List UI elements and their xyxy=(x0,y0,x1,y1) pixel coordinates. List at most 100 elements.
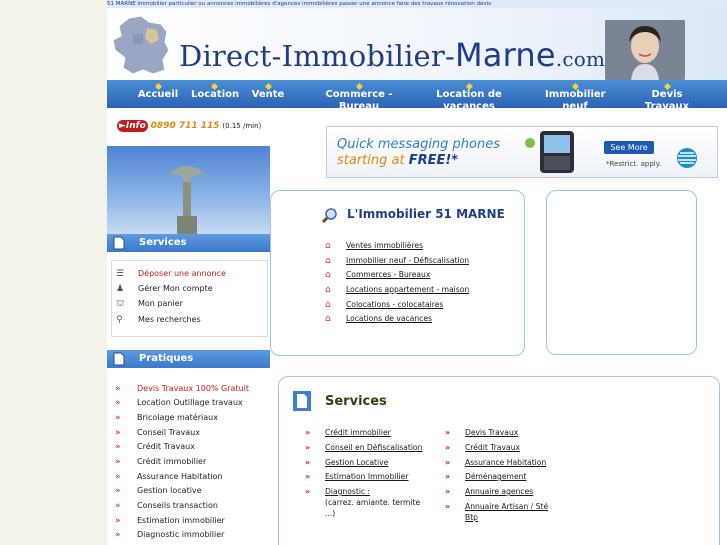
chevron-right-icon: » xyxy=(115,398,121,408)
cart-icon: ⛫ xyxy=(116,299,125,309)
sidebar-pratiques-title: Pratiques xyxy=(139,353,194,364)
double-chevron-icon: » xyxy=(445,428,451,437)
chevron-right-icon: » xyxy=(115,501,121,511)
sidebar-link-recherches[interactable]: ⚲ Mes recherches xyxy=(116,315,201,325)
pratique-link[interactable]: » Devis Travaux 100% Gratuit xyxy=(115,384,249,394)
immo-link-locations[interactable]: ⌂ Locations appartement - maison xyxy=(325,285,469,295)
list-icon: ☰ xyxy=(116,269,125,279)
service-link-diagnostic[interactable]: » Diagnostic : (carrez. amiante. termite..… xyxy=(305,486,420,519)
service-link[interactable]: » Crédit Travaux xyxy=(445,442,520,453)
title-main-text: Direct-Immobilier- xyxy=(179,39,455,73)
house-icon: ⌂ xyxy=(325,314,331,324)
diagnostic-detail-end: ...) xyxy=(325,509,336,518)
sidebar-services-header: Services xyxy=(107,234,270,252)
pratique-link[interactable]: » Crédit Travaux xyxy=(115,442,195,452)
service-link-annuaire-artisan[interactable]: » Annuaire Artisan / Sté Btp xyxy=(445,501,548,523)
info-phone[interactable]: ►Info 0890 711 115 (0.15 /min) xyxy=(117,120,261,132)
pratique-link[interactable]: » Bricolage matériaux xyxy=(115,413,218,423)
immo-link-neuf[interactable]: ⌂ Immobilier neuf - Défiscalisation xyxy=(325,256,469,266)
pratique-link[interactable]: » Conseils transaction xyxy=(115,501,218,511)
service-link[interactable]: » Annuaire agences xyxy=(445,486,533,497)
info-rate: (0.15 /min) xyxy=(222,122,262,130)
see-more-button[interactable]: See More xyxy=(604,141,654,154)
house-icon: ⌂ xyxy=(325,256,331,266)
nav-sub-label: neuf xyxy=(562,101,588,112)
phone-icon xyxy=(525,131,574,173)
pratique-link[interactable]: » Gestion locative xyxy=(115,486,202,496)
title-com-text: .com xyxy=(555,47,606,71)
info-tag: ►Info xyxy=(117,120,148,132)
info-number: 0890 711 115 xyxy=(150,121,220,131)
document-icon xyxy=(113,236,125,250)
double-chevron-icon: » xyxy=(445,502,451,511)
sidebar-link-deposer[interactable]: ☰ Déposer une annonce xyxy=(116,269,226,279)
nav-label: Devis xyxy=(651,89,683,100)
immo-link-ventes[interactable]: ⌂ Ventes immobilières xyxy=(325,241,423,251)
user-icon: ♟ xyxy=(116,284,125,294)
nav-accueil[interactable]: Accueil xyxy=(137,82,179,101)
empty-side-card xyxy=(546,190,697,355)
pratique-link[interactable]: » Crédit immobilier xyxy=(115,457,206,467)
search-icon: ⚲ xyxy=(116,315,123,325)
nav-label: Location de xyxy=(436,89,502,100)
chevron-right-icon: » xyxy=(115,384,121,394)
service-link[interactable]: » Gestion Locative xyxy=(305,457,388,468)
service-link[interactable]: » Crédit immobilier xyxy=(305,427,391,438)
double-chevron-icon: » xyxy=(305,443,311,452)
nav-vente[interactable]: Vente xyxy=(251,82,285,101)
service-link[interactable]: » Conseil en Défiscalisation xyxy=(305,442,422,453)
nav-commerce-bureau[interactable]: Commerce - Bureau xyxy=(319,82,399,113)
nav-label: Location xyxy=(191,89,240,100)
nav-location-vacances[interactable]: Location de vacances xyxy=(433,82,505,113)
immo-link-colocations[interactable]: ⌂ Colocations - colocataires xyxy=(325,300,443,310)
site-title: Direct-Immobilier-Marne.com xyxy=(179,36,605,74)
nav-label: Commerce - xyxy=(325,89,393,100)
sidebar-services-title: Services xyxy=(139,237,187,248)
immo-link-vacances[interactable]: ⌂ Locations de vacances xyxy=(325,314,432,324)
immobilier-title: L'Immobilier 51 MARNE xyxy=(347,207,505,221)
chevron-right-icon: » xyxy=(115,530,121,540)
seo-top-line: 51 MARNE immobilier particulier ou annon… xyxy=(107,0,727,8)
annuaire-btp-text: Btp xyxy=(465,513,479,522)
nav-devis-travaux[interactable]: Devis Travaux xyxy=(639,82,695,113)
site-banner[interactable]: Direct-Immobilier-Marne.com xyxy=(107,8,727,80)
service-link[interactable]: » Devis Travaux xyxy=(445,427,518,438)
immobilier-card: L'Immobilier 51 MARNE ⌂ Ventes immobilièr… xyxy=(270,190,525,356)
pratique-link[interactable]: » Location Outillage travaux xyxy=(115,398,243,408)
pratique-link[interactable]: » Diagnostic immobilier xyxy=(115,530,224,540)
double-chevron-icon: » xyxy=(445,487,451,496)
service-link[interactable]: » Estimation Immobilier xyxy=(305,471,408,482)
house-icon: ⌂ xyxy=(325,270,331,280)
ad-banner[interactable]: Quick messaging phones starting at FREE!… xyxy=(326,126,718,178)
services-card: Services » Crédit immobilier » Conseil en … xyxy=(278,376,720,545)
ad-restrict-text: *Restrict. apply. xyxy=(606,160,662,168)
sidebar-link-panier[interactable]: ⛫ Mon panier xyxy=(116,299,183,310)
service-link[interactable]: » Assurance Habitation xyxy=(445,457,546,468)
nav-label: Immobilier xyxy=(545,89,606,100)
nav-immobilier-neuf[interactable]: Immobilier neuf xyxy=(545,82,606,113)
statue-photo xyxy=(107,146,270,234)
pratique-link[interactable]: » Conseil Travaux xyxy=(115,428,200,438)
double-chevron-icon: » xyxy=(305,472,311,481)
service-link[interactable]: » Déménagement xyxy=(445,471,526,482)
double-chevron-icon: » xyxy=(305,458,311,467)
chevron-right-icon: » xyxy=(115,516,121,526)
chevron-right-icon: » xyxy=(115,428,121,438)
sidebar-link-compte[interactable]: ♟ Gérer Mon compte xyxy=(116,284,213,294)
double-chevron-icon: » xyxy=(445,472,451,481)
pratique-link[interactable]: » Estimation immobilier xyxy=(115,516,225,526)
immo-link-commerces[interactable]: ⌂ Commerces - Bureaux xyxy=(325,270,430,280)
nav-sub-label: vacances xyxy=(443,101,495,112)
france-map-icon xyxy=(112,15,170,75)
page: 51 MARNE immobilier particulier ou annon… xyxy=(107,0,727,545)
nav-location[interactable]: Location xyxy=(191,82,240,101)
chevron-right-icon: » xyxy=(115,457,121,467)
house-icon: ⌂ xyxy=(325,285,331,295)
pratique-link[interactable]: » Assurance Habitation xyxy=(115,472,223,482)
nav-label: Accueil xyxy=(137,89,179,100)
services-title: Services xyxy=(325,394,387,409)
double-chevron-icon: » xyxy=(445,443,451,452)
sidebar-pratiques-list: » Devis Travaux 100% Gratuit » Location Ou… xyxy=(111,376,266,545)
chevron-right-icon: » xyxy=(115,486,121,496)
chevron-right-icon: » xyxy=(115,472,121,482)
